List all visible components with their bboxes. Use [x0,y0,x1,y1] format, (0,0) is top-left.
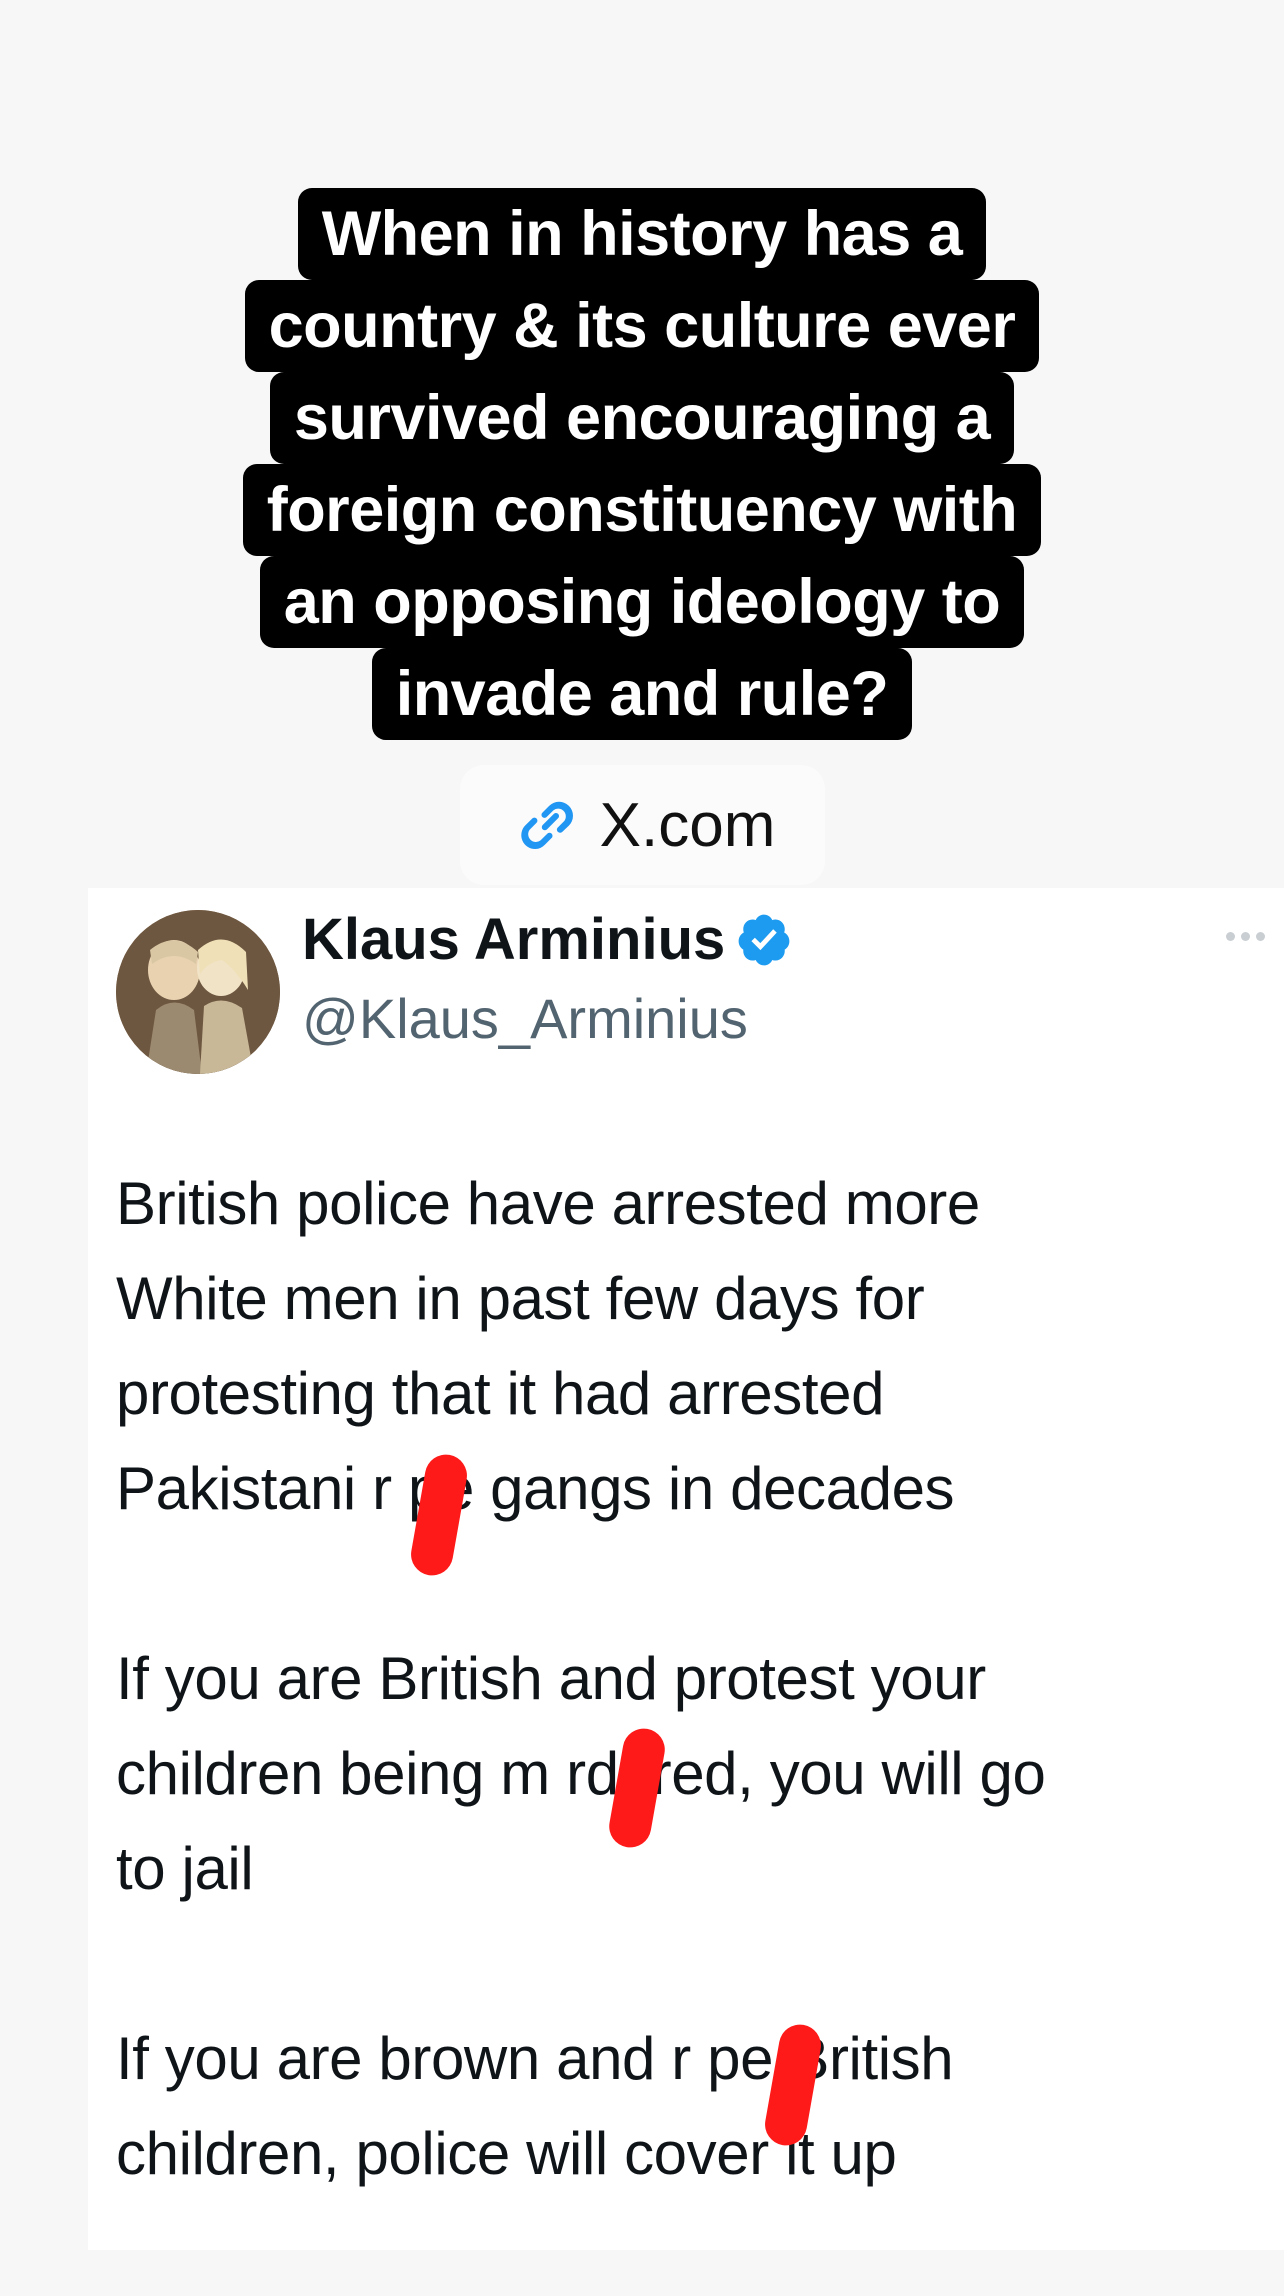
caption-line: an opposing ideology to [259,556,1025,648]
tweet-paragraph: If you are British and protest your chil… [116,1645,1046,1902]
caption-line: invade and rule? [371,648,913,740]
caption-line: When in history has a [297,188,987,280]
link-icon [510,788,584,862]
screenshot-frame: When in history has a country & its cult… [0,0,1284,2250]
tweet-paragraph: British police have arrested more White … [116,1170,980,1522]
author-handle[interactable]: @Klaus_Arminius [302,986,748,1051]
caption-line: foreign constituency with [242,464,1042,556]
more-dots-icon[interactable] [1226,928,1270,944]
link-sticker[interactable]: X.com [460,765,825,885]
author-name-text: Klaus Arminius [302,907,726,972]
caption-line: survived encouraging a [269,372,1015,464]
tweet-paragraph: If you are brown and r pe British childr… [116,2025,954,2187]
tweet-card: Klaus Arminius @Klaus_Arminius British p… [88,888,1284,2250]
caption-overlay: When in history has a country & its cult… [190,188,1094,740]
verified-badge-icon [735,911,793,969]
avatar[interactable] [116,910,280,1074]
caption-line: country & its culture ever [244,280,1040,372]
link-label: X.com [599,790,776,860]
tweet-text: British police have arrested more White … [116,1156,1266,2296]
author-name[interactable]: Klaus Arminius [302,906,793,973]
